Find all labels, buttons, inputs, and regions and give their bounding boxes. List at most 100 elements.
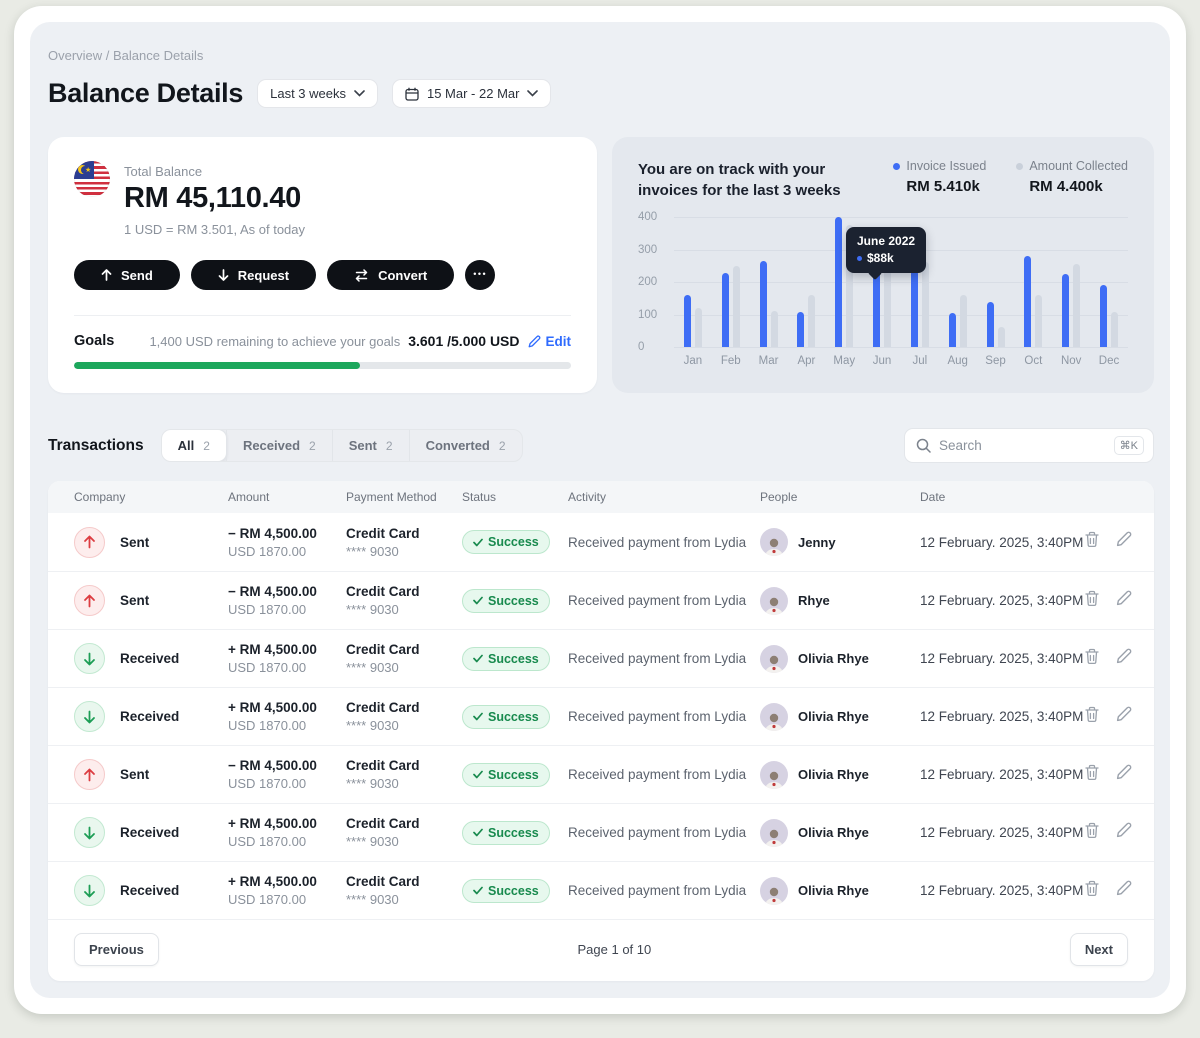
amount-collected-bar[interactable] [922, 262, 929, 347]
bar-group-sep[interactable] [987, 217, 1005, 347]
amount-collected-bar[interactable] [1111, 312, 1118, 347]
edit-icon[interactable] [1116, 764, 1132, 780]
amount-collected-bar[interactable] [884, 266, 891, 347]
table-row[interactable]: Received+ RM 4,500.00USD 1870.00Credit C… [48, 687, 1154, 745]
avatar [760, 645, 788, 673]
table-row[interactable]: Sent− RM 4,500.00USD 1870.00Credit Card*… [48, 745, 1154, 803]
company-cell: Sent [74, 527, 228, 558]
table-row[interactable]: Received+ RM 4,500.00USD 1870.00Credit C… [48, 629, 1154, 687]
invoice-issued-bar[interactable] [911, 270, 918, 347]
delete-icon[interactable] [1084, 880, 1100, 897]
search-input[interactable] [939, 438, 1106, 453]
table-row[interactable]: Sent− RM 4,500.00USD 1870.00Credit Card*… [48, 571, 1154, 629]
delete-icon[interactable] [1084, 822, 1100, 839]
activity-cell: Received payment from Lydia [568, 883, 760, 898]
avatar [760, 528, 788, 556]
edit-button[interactable] [1116, 764, 1132, 786]
amount-usd: USD 1870.00 [228, 602, 346, 617]
period-select[interactable]: Last 3 weeks [257, 79, 378, 108]
invoice-issued-bar[interactable] [722, 273, 729, 347]
invoice-issued-bar[interactable] [684, 295, 691, 347]
delete-button[interactable] [1084, 706, 1100, 728]
bar-group-mar[interactable] [760, 217, 778, 347]
amount-collected-bar[interactable] [1073, 264, 1080, 347]
amount-collected-bar[interactable] [733, 266, 740, 347]
company-name: Sent [120, 767, 149, 782]
edit-icon[interactable] [1116, 880, 1132, 896]
amount-collected-bar[interactable] [808, 295, 815, 347]
invoice-issued-bar[interactable] [987, 302, 994, 348]
edit-icon[interactable] [1116, 531, 1132, 547]
delete-icon[interactable] [1084, 764, 1100, 781]
next-button[interactable]: Next [1070, 933, 1128, 966]
tab-received[interactable]: Received2 [226, 430, 332, 461]
amount-value: + RM 4,500.00 [228, 816, 346, 831]
edit-button[interactable] [1116, 648, 1132, 670]
bar-group-apr[interactable] [797, 217, 815, 347]
search-box[interactable]: ⌘K [904, 428, 1154, 463]
bar-group-oct[interactable] [1024, 217, 1042, 347]
tab-all[interactable]: All2 [161, 429, 227, 462]
amount-collected-bar[interactable] [695, 308, 702, 347]
invoice-issued-bar[interactable] [1024, 256, 1031, 347]
x-axis-tick: Sep [977, 355, 1015, 367]
delete-button[interactable] [1084, 590, 1100, 612]
delete-button[interactable] [1084, 822, 1100, 844]
convert-button[interactable]: Convert [327, 260, 454, 290]
send-button[interactable]: Send [74, 260, 180, 290]
date-range-select[interactable]: 15 Mar - 22 Mar [392, 79, 551, 108]
bar-group-feb[interactable] [722, 217, 740, 347]
table-row[interactable]: Received+ RM 4,500.00USD 1870.00Credit C… [48, 861, 1154, 919]
people-cell: Olivia Rhye [760, 877, 920, 905]
invoice-issued-bar[interactable] [797, 312, 804, 347]
bar-group-dec[interactable] [1100, 217, 1118, 347]
edit-button[interactable] [1116, 531, 1132, 553]
delete-button[interactable] [1084, 531, 1100, 553]
bar-group-jan[interactable] [684, 217, 702, 347]
tab-sent[interactable]: Sent2 [332, 430, 409, 461]
edit-icon[interactable] [1116, 648, 1132, 664]
delete-icon[interactable] [1084, 648, 1100, 665]
x-axis-tick: Dec [1090, 355, 1128, 367]
invoice-issued-bar[interactable] [760, 261, 767, 347]
edit-button[interactable] [1116, 880, 1132, 902]
date-cell: 12 February. 2025, 3:40PM [920, 651, 1084, 666]
invoice-issued-bar[interactable] [1100, 285, 1107, 347]
amount-collected-bar[interactable] [960, 295, 967, 347]
invoice-issued-bar[interactable] [835, 217, 842, 347]
amount-collected-bar[interactable] [998, 327, 1005, 347]
table-row[interactable]: Received+ RM 4,500.00USD 1870.00Credit C… [48, 803, 1154, 861]
request-button[interactable]: Request [191, 260, 316, 290]
bar-group-nov[interactable] [1062, 217, 1080, 347]
column-header: Company [74, 490, 228, 504]
more-actions-button[interactable]: ••• [465, 260, 495, 290]
table-row[interactable]: Sent− RM 4,500.00USD 1870.00Credit Card*… [48, 513, 1154, 571]
tooltip-dot-icon [857, 256, 862, 261]
total-balance-label: Total Balance [124, 164, 305, 179]
delete-button[interactable] [1084, 880, 1100, 902]
edit-icon[interactable] [1116, 706, 1132, 722]
activity-cell: Received payment from Lydia [568, 651, 760, 666]
edit-button[interactable] [1116, 590, 1132, 612]
amount-collected-bar[interactable] [771, 311, 778, 347]
delete-button[interactable] [1084, 648, 1100, 670]
edit-button[interactable] [1116, 822, 1132, 844]
edit-icon[interactable] [1116, 590, 1132, 606]
invoice-issued-bar[interactable] [949, 313, 956, 347]
tab-converted[interactable]: Converted2 [409, 430, 522, 461]
delete-icon[interactable] [1084, 531, 1100, 548]
received-icon [74, 701, 105, 732]
edit-goals-link[interactable]: Edit [528, 334, 572, 349]
previous-button[interactable]: Previous [74, 933, 159, 966]
invoice-issued-bar[interactable] [1062, 274, 1069, 347]
edit-icon[interactable] [1116, 822, 1132, 838]
date-cell: 12 February. 2025, 3:40PM [920, 535, 1084, 550]
search-shortcut-badge: ⌘K [1114, 436, 1144, 455]
bar-group-aug[interactable] [949, 217, 967, 347]
edit-button[interactable] [1116, 706, 1132, 728]
delete-button[interactable] [1084, 764, 1100, 786]
delete-icon[interactable] [1084, 706, 1100, 723]
delete-icon[interactable] [1084, 590, 1100, 607]
amount-collected-bar[interactable] [1035, 295, 1042, 347]
breadcrumb[interactable]: Overview / Balance Details [48, 48, 1154, 63]
